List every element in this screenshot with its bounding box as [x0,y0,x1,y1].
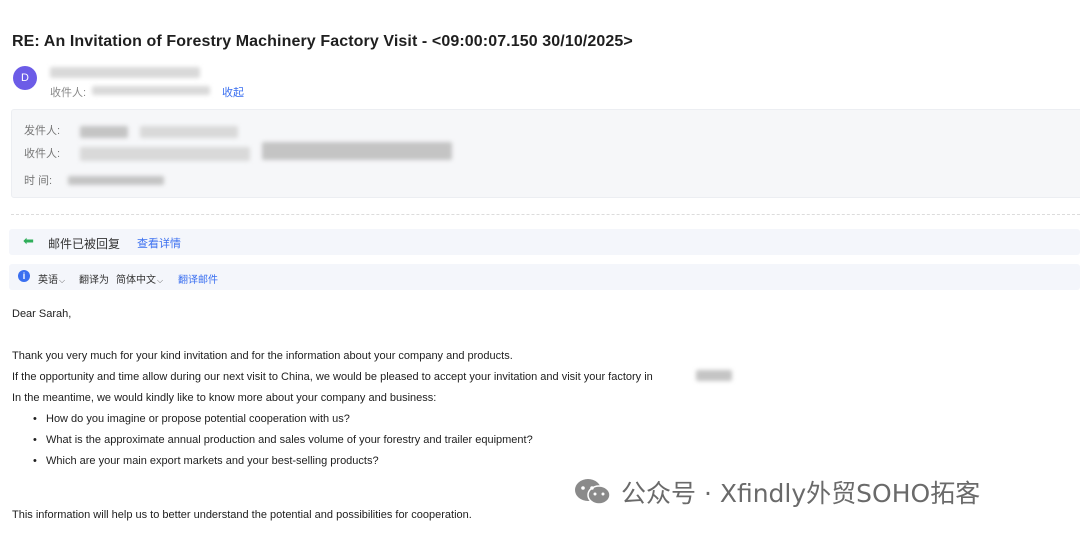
to-redacted-1 [80,147,250,161]
greeting: Dear Sarah, [12,308,72,320]
target-language-select[interactable]: 简体中文⌵ [116,271,163,286]
view-details-link[interactable]: 查看详情 [137,235,181,251]
from-redacted-2 [140,126,238,138]
translate-bar: i 英语⌵ 翻译为 简体中文⌵ 翻译邮件 [9,264,1080,290]
watermark-text: 公众号 · Xfindly外贸SOHO拓客 [621,479,981,508]
body-line-2: If the opportunity and time allow during… [12,371,653,383]
replied-status-bar: ⬅ 邮件已被回复 查看详情 [9,229,1080,255]
sender-name-redacted [50,67,200,78]
translate-to-label: 翻译为 [79,275,109,286]
source-language-value: 英语 [38,275,58,286]
reply-arrow-icon: ⬅ [23,233,34,248]
location-redacted [696,370,732,381]
from-label: 发件人: [24,125,61,137]
bullet-text: Which are your main export markets and y… [46,455,379,467]
bullet-item: Which are your main export markets and y… [33,455,379,467]
source-language-select[interactable]: 英语⌵ [38,271,65,286]
bullet-item: What is the approximate annual productio… [33,434,533,446]
body-line-3: In the meantime, we would kindly like to… [12,392,437,404]
from-redacted-1 [80,126,128,138]
target-language-value: 简体中文 [116,275,156,286]
collapse-link[interactable]: 收起 [222,84,244,100]
watermark: 公众号 · Xfindly外贸SOHO拓客 [573,474,980,510]
time-label: 时 间: [24,175,53,187]
bullet-item: How do you imagine or propose potential … [33,413,350,425]
recipient-label: 收件人: [50,87,87,99]
chevron-down-icon: ⌵ [157,276,164,285]
bullet-text: What is the approximate annual productio… [46,434,533,446]
sender-avatar[interactable]: D [13,66,37,90]
body-line-1: Thank you very much for your kind invita… [12,350,513,362]
time-redacted [68,176,164,185]
wechat-icon [575,479,611,505]
recipient-redacted [92,86,210,95]
bullet-text: How do you imagine or propose potential … [46,413,350,425]
closing-line: This information will help us to better … [12,509,472,521]
replied-text: 邮件已被回复 [48,237,121,251]
translate-mail-link[interactable]: 翻译邮件 [178,271,218,286]
info-icon: i [18,270,30,282]
to-redacted-2 [262,142,452,160]
chevron-down-icon: ⌵ [59,276,66,285]
to-label: 收件人: [24,148,61,160]
email-subject: RE: An Invitation of Forestry Machinery … [12,33,633,50]
divider [11,214,1080,215]
email-meta-panel: 发件人: 收件人: 时 间: [11,109,1080,198]
